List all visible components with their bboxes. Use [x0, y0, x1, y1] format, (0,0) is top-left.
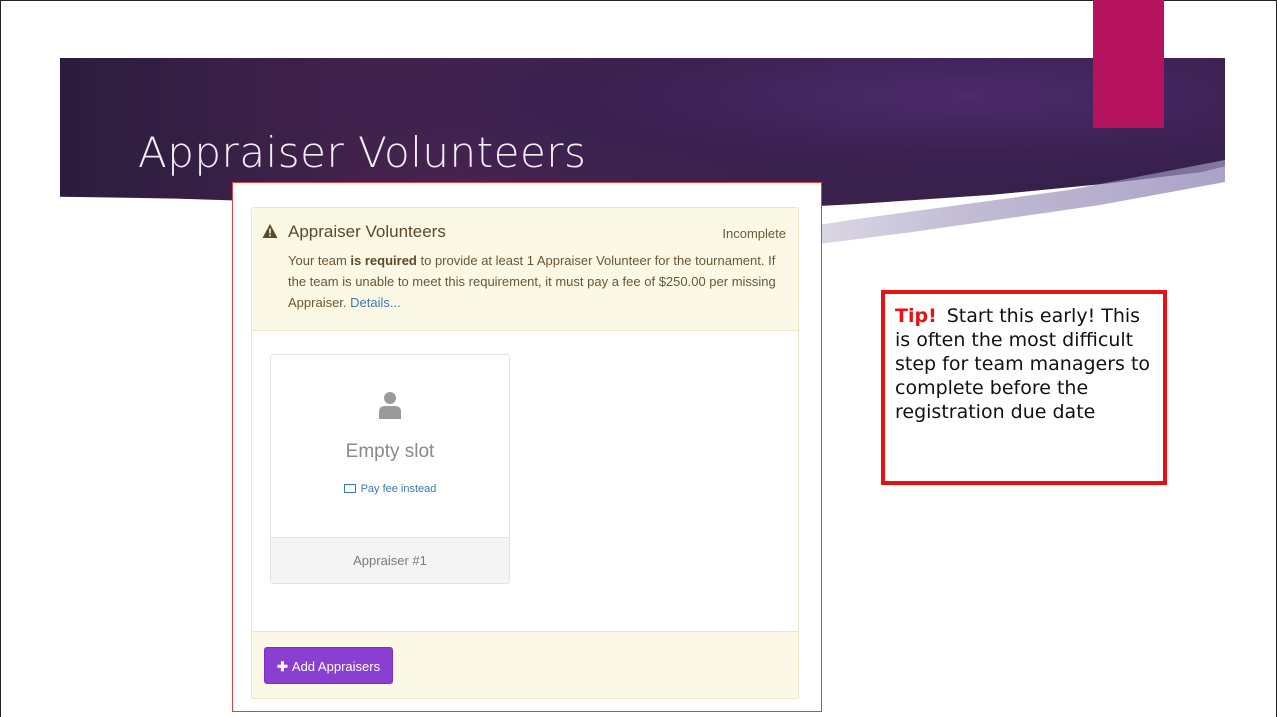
desc-text-bold: is required: [350, 253, 417, 268]
person-icon: [379, 392, 401, 419]
slot-footer-label: Appraiser #1: [271, 537, 509, 583]
desc-text-before: Your team: [288, 253, 351, 268]
appraiser-panel: Appraiser Volunteers Incomplete Your tea…: [251, 207, 799, 699]
panel-footer: ✚ Add Appraisers: [252, 631, 798, 698]
accent-block: [1093, 0, 1164, 128]
add-appraisers-label: Add Appraisers: [291, 659, 381, 674]
status-badge: Incomplete: [722, 226, 786, 241]
panel-description: Your team is required to provide at leas…: [288, 250, 788, 313]
slide-title: Appraiser Volunteers: [138, 128, 587, 177]
warning-triangle-icon: [262, 224, 278, 238]
add-appraisers-button[interactable]: ✚ Add Appraisers: [264, 647, 394, 684]
panel-header: Appraiser Volunteers Incomplete Your tea…: [252, 208, 798, 331]
pay-fee-link[interactable]: Pay fee instead: [271, 483, 509, 495]
details-link[interactable]: Details...: [350, 295, 401, 310]
empty-slot-label: Empty slot: [345, 441, 435, 462]
tip-callout: Tip! Start this early! This is often the …: [881, 290, 1167, 485]
tip-label: Tip!: [895, 305, 937, 327]
panel-title: Appraiser Volunteers: [288, 222, 446, 241]
plus-icon: ✚: [277, 659, 288, 674]
pay-fee-label: Pay fee instead: [360, 483, 437, 495]
screenshot-frame: Appraiser Volunteers Incomplete Your tea…: [232, 182, 822, 712]
appraiser-slot-card: Empty slot Pay fee instead Appraiser #1: [270, 354, 510, 584]
cash-icon: [343, 483, 356, 493]
